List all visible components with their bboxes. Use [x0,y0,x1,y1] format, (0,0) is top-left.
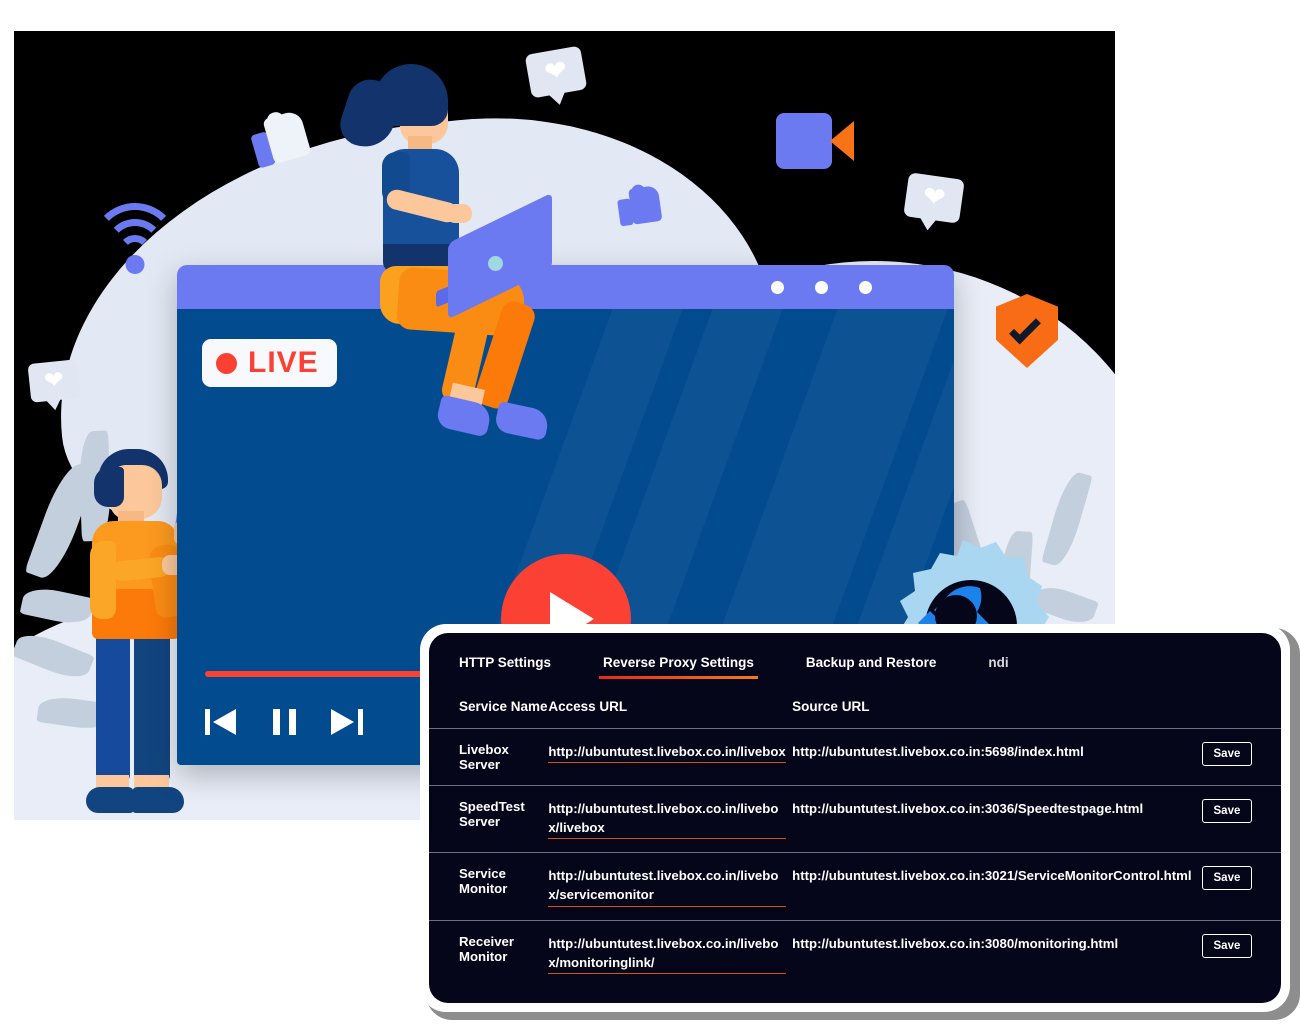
cell-source-url: http://ubuntutest.livebox.co.in:3080/mon… [792,919,1202,987]
camera-body [776,113,832,169]
table-row: Receiver Monitor http://ubuntutest.liveb… [429,919,1281,987]
wifi-icon [90,203,180,275]
window-dot-1[interactable] [859,281,872,294]
wifi-dot [125,255,145,274]
column-header-access-url: Access URL [548,699,628,714]
woman-with-laptop [334,56,568,442]
save-button[interactable]: Save [1201,799,1253,823]
table-header-row: Service Name Access URL Source URL [429,699,1281,729]
column-header-service-name: Service Name [459,699,548,714]
live-badge: LIVE [202,339,337,387]
pause-bar-right [289,709,296,735]
heart-icon: ❤ [920,180,948,214]
man-leg-left [96,631,130,783]
next-triangle [331,709,354,735]
prev-bar [205,709,210,735]
table-row: Livebox Server http://ubuntutest.livebox… [429,728,1281,786]
cell-service-name: Service Monitor [429,852,549,921]
cell-action: Save [1201,728,1281,786]
tab-backup-and-restore[interactable]: Backup and Restore [806,649,937,679]
save-button[interactable]: Save [1201,933,1253,958]
cell-access-url: http://ubuntutest.livebox.co.in/livebox/… [548,784,793,853]
table-row: SpeedTest Server http://ubuntutest.liveb… [429,784,1281,853]
thumbs-up-icon [616,183,663,227]
tab-ndi[interactable]: ndi [988,649,1008,679]
tab-reverse-proxy-settings[interactable]: Reverse Proxy Settings [599,649,758,679]
cell-source-url: http://ubuntutest.livebox.co.in:5698/ind… [792,728,1202,786]
settings-tabs: HTTP Settings Reverse Proxy Settings Bac… [429,633,1281,679]
live-dot-icon [216,352,237,374]
man-shoe-right [132,787,184,813]
prev-triangle [213,709,236,735]
video-camera-icon [776,113,854,169]
laptop-logo [488,256,503,271]
cell-source-url: http://ubuntutest.livebox.co.in:3021/Ser… [792,852,1202,921]
table-head: Service Name Access URL Source URL [429,699,1281,729]
cell-access-url: http://ubuntutest.livebox.co.in/livebox/… [548,919,793,987]
cell-action: Save [1201,919,1281,987]
save-button[interactable]: Save [1201,866,1253,891]
tab-http-settings[interactable]: HTTP Settings [459,649,551,679]
source-url-text: http://ubuntutest.livebox.co.in:3021/Ser… [792,868,1192,884]
checkmark-icon [1009,312,1041,345]
man-shoe-left [86,787,134,813]
window-dot-2[interactable] [815,281,828,294]
cell-action: Save [1201,784,1281,853]
cell-source-url: http://ubuntutest.livebox.co.in:3036/Spe… [792,784,1202,853]
heart-bubble-icon: ❤ [903,172,965,224]
thumb-up-part [630,183,647,202]
cell-service-name: Livebox Server [429,728,549,786]
table-row: Service Monitor http://ubuntutest.livebo… [429,852,1281,921]
settings-panel-body: HTTP Settings Reverse Proxy Settings Bac… [429,633,1281,1003]
cell-access-url: http://ubuntutest.livebox.co.in/livebox [548,728,793,786]
source-url-text: http://ubuntutest.livebox.co.in:5698/ind… [792,744,1084,759]
access-url-input[interactable]: http://ubuntutest.livebox.co.in/livebox/… [548,799,787,840]
next-bar [358,709,363,735]
player-controls [205,707,363,737]
cell-service-name: Receiver Monitor [429,919,549,987]
man-arm-left [90,541,116,619]
access-url-input[interactable]: http://ubuntutest.livebox.co.in/livebox/… [548,866,787,907]
woman-hand [446,204,472,223]
cell-access-url: http://ubuntutest.livebox.co.in/livebox/… [548,852,793,921]
source-url-text: http://ubuntutest.livebox.co.in:3080/mon… [792,935,1119,951]
window-dot-3[interactable] [771,281,784,294]
reverse-proxy-table: Service Name Access URL Source URL Liveb… [429,699,1281,987]
man-leg-right [134,631,170,783]
access-url-input[interactable]: http://ubuntutest.livebox.co.in/livebox/… [548,934,787,974]
cell-service-name: SpeedTest Server [429,784,549,853]
table-body: Livebox Server http://ubuntutest.livebox… [429,728,1281,987]
heart-icon: ❤ [42,365,66,395]
pause-bar-left [273,709,280,735]
live-label: LIVE [248,346,319,379]
screenshot-root: ❤ ❤ ❤ LIVE HTTP Settings Reverse Proxy S… [0,0,1300,1030]
heart-bubble-icon: ❤ [27,359,81,403]
access-url-input[interactable]: http://ubuntutest.livebox.co.in/livebox [548,742,787,764]
next-track-icon[interactable] [329,707,363,737]
pause-icon[interactable] [269,707,299,737]
camera-lens [830,121,854,161]
previous-track-icon[interactable] [205,707,239,737]
column-header-actions [1202,699,1282,729]
source-url-text: http://ubuntutest.livebox.co.in:3036/Spe… [792,801,1144,816]
column-header-source-url: Source URL [792,699,870,714]
settings-panel: HTTP Settings Reverse Proxy Settings Bac… [420,624,1290,1012]
cell-action: Save [1201,852,1281,921]
save-button[interactable]: Save [1201,742,1253,766]
man-hair-side [94,467,124,507]
woman-hair [374,64,448,126]
